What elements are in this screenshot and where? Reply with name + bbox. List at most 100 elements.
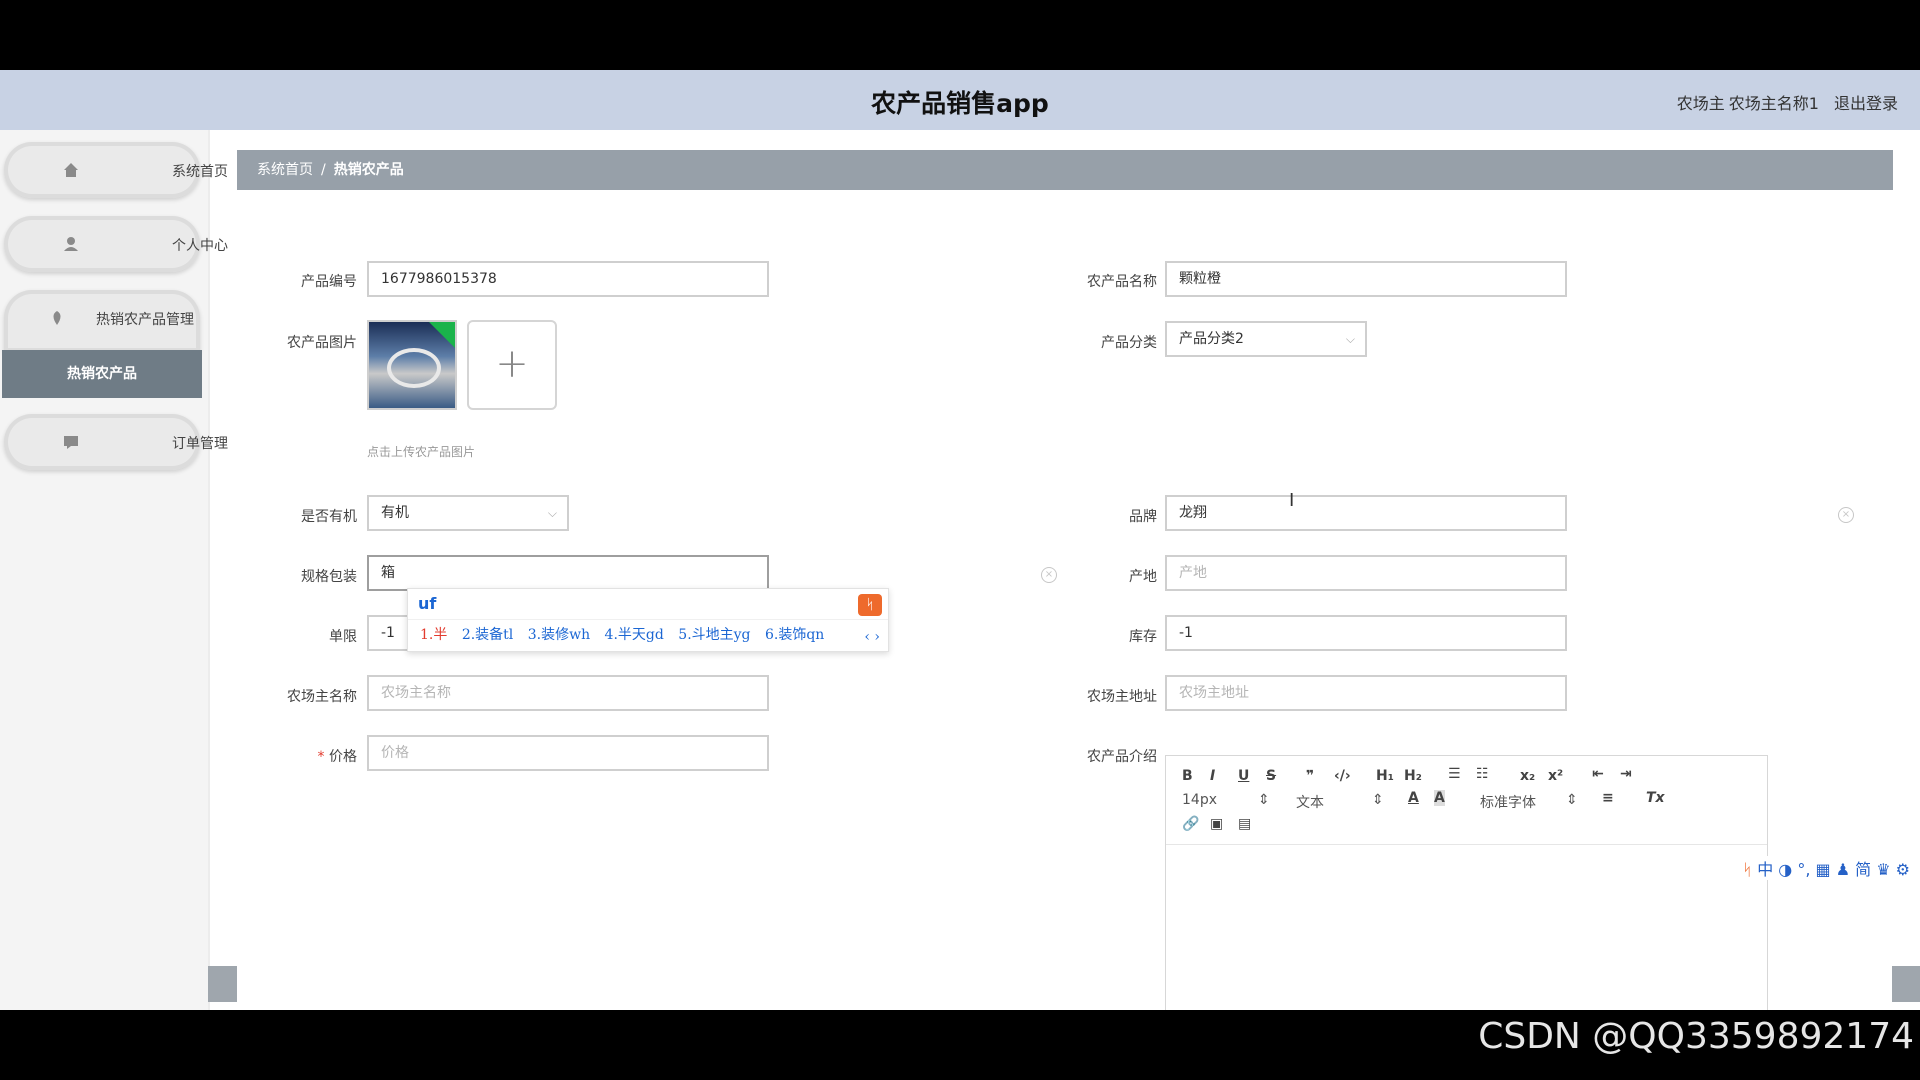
farmer-address-input[interactable]: 农场主地址 (1165, 675, 1567, 711)
organic-value: 有机 (381, 505, 409, 521)
heading2-icon[interactable]: H₂ (1404, 768, 1422, 784)
label-stock: 库存 (1129, 629, 1157, 645)
breadcrumb-separator: / (321, 162, 326, 178)
home-icon (64, 163, 78, 177)
sidebar-item-home[interactable]: 系统首页 (4, 142, 228, 198)
underline-icon[interactable]: U (1238, 768, 1249, 784)
text-cursor-icon: Ⅰ (1289, 490, 1295, 511)
font-size-select[interactable]: 14px (1182, 792, 1217, 808)
subscript-icon[interactable]: x₂ (1520, 768, 1535, 784)
message-icon (64, 436, 78, 449)
image-content (387, 348, 441, 388)
sidebar-subitem-hot-products[interactable]: 热销农产品 (2, 350, 202, 398)
app-header: 农产品销售app 农场主 农场主名称1 退出登录 (0, 70, 1920, 130)
editor-toolbar: B I U S ❞ ‹/› H₁ H₂ ☰ ☷ x₂ x² ⇤ ⇥ 14px ⇕… (1166, 756, 1767, 845)
ime-candidate[interactable]: 6.装饰qn (765, 627, 824, 643)
user-area: 农场主 农场主名称1 退出登录 (1667, 90, 1898, 114)
breadcrumb: 系统首页 / 热销农产品 (237, 150, 1893, 190)
superscript-icon[interactable]: x² (1548, 768, 1563, 784)
breadcrumb-current: 热销农产品 (333, 162, 404, 178)
bold-icon[interactable]: B (1182, 768, 1193, 784)
clear-icon[interactable]: × (1838, 507, 1854, 523)
ime-candidate[interactable]: 5.斗地主yg (678, 627, 750, 643)
label-price-text: 价格 (329, 749, 357, 765)
clear-format-icon[interactable]: Tx (1646, 790, 1665, 806)
label-origin: 产地 (1129, 569, 1157, 585)
outdent-icon[interactable]: ⇤ (1592, 766, 1604, 782)
sidebar-item-products[interactable]: 热销农产品管理 (4, 290, 200, 352)
bullet-list-icon[interactable]: ☷ (1476, 766, 1489, 782)
farmer-name-input[interactable]: 农场主名称 (367, 675, 769, 711)
upload-hint: 点击上传农产品图片 (367, 445, 476, 459)
image-icon[interactable]: ▣ (1210, 816, 1223, 832)
content: 系统首页 / 热销农产品 (237, 150, 1893, 190)
ordered-list-icon[interactable]: ☰ (1448, 766, 1461, 782)
category-select[interactable]: 产品分类2 ⌵ (1165, 321, 1367, 357)
logout-link[interactable]: 退出登录 (1834, 94, 1898, 113)
organic-select[interactable]: 有机 ⌵ (367, 495, 569, 531)
scrollbar-left[interactable] (208, 966, 237, 1002)
strike-icon[interactable]: S (1266, 768, 1276, 784)
link-icon[interactable]: 🔗 (1182, 816, 1199, 832)
quote-icon[interactable]: ❞ (1306, 768, 1314, 784)
category-value: 产品分类2 (1179, 331, 1244, 347)
ime-logo-icon: ᛋ (858, 594, 882, 616)
stock-input[interactable]: -1 (1165, 615, 1567, 651)
chevron-down-icon: ⌵ (547, 506, 557, 520)
label-intro: 农产品介绍 (1087, 749, 1157, 765)
text-type-select[interactable]: 文本 (1296, 792, 1324, 812)
editor-body[interactable] (1166, 845, 1767, 1015)
origin-input[interactable]: 产地 (1165, 555, 1567, 591)
align-icon[interactable]: ≡ (1602, 790, 1614, 806)
sidebar-item-orders[interactable]: 订单管理 (4, 414, 228, 470)
ime-status-tray[interactable]: ᛋ 中 ◑ °, ▦ ♟ 简 ♛ ⚙ (1738, 856, 1914, 880)
italic-icon[interactable]: I (1210, 768, 1215, 784)
ime-candidate[interactable]: 3.装修wh (528, 627, 590, 643)
sidebar-item-label: 订单管理 (172, 436, 228, 452)
product-no-input[interactable]: 1677986015378 (367, 261, 769, 297)
intro-rich-editor[interactable]: B I U S ❞ ‹/› H₁ H₂ ☰ ☷ x₂ x² ⇤ ⇥ 14px ⇕… (1165, 755, 1768, 1020)
image-corner-tag (429, 322, 455, 348)
font-color-icon[interactable]: A (1408, 790, 1419, 806)
price-input[interactable]: 价格 (367, 735, 769, 771)
label-farmer-address: 农场主地址 (1087, 689, 1157, 705)
tray-text: 中 ◑ °, ▦ ♟ 简 ♛ ⚙ (1757, 860, 1910, 879)
code-icon[interactable]: ‹/› (1334, 768, 1351, 784)
font-family-select[interactable]: 标准字体 (1480, 792, 1536, 812)
product-image-thumbnail[interactable] (367, 320, 457, 410)
ime-candidate[interactable]: 1.半 (420, 627, 447, 643)
product-name-input[interactable]: 颗粒橙 (1165, 261, 1567, 297)
chevron-down-icon: ⌵ (1345, 332, 1355, 346)
sidebar-item-label: 系统首页 (172, 164, 228, 180)
scrollbar-right[interactable] (1892, 966, 1920, 1002)
app-title: 农产品销售app (871, 89, 1049, 118)
label-limit: 单限 (329, 629, 357, 645)
label-category: 产品分类 (1101, 335, 1157, 351)
user-role: 农场主 (1676, 94, 1725, 113)
indent-icon[interactable]: ⇥ (1620, 766, 1632, 782)
sogou-icon: ᛋ (1742, 860, 1753, 879)
sidebar-item-profile[interactable]: 个人中心 (4, 216, 228, 272)
sidebar-item-label: 个人中心 (172, 238, 228, 254)
label-brand: 品牌 (1129, 509, 1157, 525)
sidebar: 系统首页 个人中心 热销农产品管理 热销农产品 订单管理 (0, 130, 228, 1010)
ime-candidate[interactable]: 2.装备tl (462, 627, 513, 643)
video-icon[interactable]: ▤ (1238, 816, 1251, 832)
spec-input[interactable]: 箱 (367, 555, 769, 591)
user-name: 农场主名称1 (1728, 94, 1819, 113)
leaf-icon (53, 311, 61, 325)
breadcrumb-home[interactable]: 系统首页 (257, 162, 313, 178)
ime-candidate[interactable]: 4.半天gd (605, 627, 664, 643)
required-mark: * (317, 749, 325, 765)
background-color-icon[interactable]: A (1434, 790, 1445, 806)
label-price: * 价格 (237, 746, 357, 766)
brand-input[interactable]: 龙翔 (1165, 495, 1567, 531)
heading1-icon[interactable]: H₁ (1376, 768, 1394, 784)
ime-candidate-popup: uf ᛋ 1.半 2.装备tl 3.装修wh 4.半天gd 5.斗地主yg 6.… (407, 588, 889, 652)
upload-image-button[interactable]: + (467, 320, 557, 410)
label-farmer-name: 农场主名称 (287, 689, 357, 705)
ime-page-arrows[interactable]: ‹ › (864, 629, 880, 645)
chevron-updown-icon: ⇕ (1566, 792, 1578, 808)
ime-input-text: uf (408, 589, 888, 620)
chevron-updown-icon: ⇕ (1258, 792, 1270, 808)
